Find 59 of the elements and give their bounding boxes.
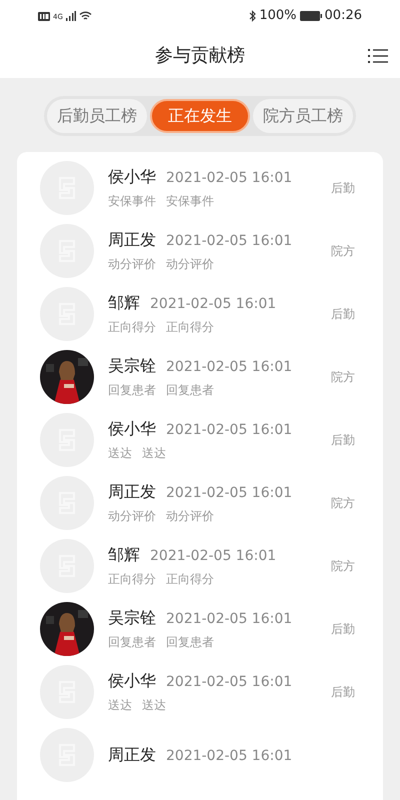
timestamp: 2021-02-05 16:01	[166, 358, 292, 377]
event-tag: 送达	[142, 444, 166, 462]
timestamp: 2021-02-05 16:01	[166, 232, 292, 251]
department-label: 院方	[331, 242, 355, 260]
department-label: 院方	[331, 494, 355, 512]
person-name: 周正发	[108, 481, 156, 503]
tab[interactable]: 正在发生	[150, 99, 250, 133]
event-tag: 回复患者	[166, 633, 214, 651]
timestamp: 2021-02-05 16:01	[150, 547, 276, 566]
event-tag: 正向得分	[166, 318, 214, 336]
event-tag: 安保事件	[108, 192, 156, 210]
event-tag: 动分评价	[166, 507, 214, 525]
event-tag: 回复患者	[108, 633, 156, 651]
timestamp: 2021-02-05 16:01	[166, 746, 292, 766]
person-name: 吴宗铨	[108, 607, 156, 629]
wifi-icon	[78, 11, 92, 21]
battery-icon	[300, 11, 322, 21]
signal-icon	[66, 11, 76, 21]
page-title: 参与贡献榜	[155, 44, 245, 68]
person-name: 侯小华	[108, 418, 156, 440]
timestamp: 2021-02-05 16:01	[166, 610, 292, 629]
department-label: 后勤	[331, 684, 355, 700]
timestamp: 2021-02-05 16:01	[166, 421, 292, 440]
department-label: 院方	[331, 558, 355, 574]
timestamp: 2021-02-05 16:01	[150, 295, 276, 314]
department-label: 后勤	[331, 620, 355, 638]
event-tag: 正向得分	[108, 570, 156, 588]
event-tag: 动分评价	[108, 255, 156, 273]
person-name: 邹辉	[108, 292, 140, 314]
person-name: 侯小华	[108, 166, 156, 188]
event-tag: 正向得分	[108, 318, 156, 336]
event-tag: 回复患者	[166, 381, 214, 399]
clock: 00:26	[324, 7, 362, 26]
person-name: 周正发	[108, 744, 156, 766]
event-tag: 动分评价	[108, 507, 156, 525]
timestamp: 2021-02-05 16:01	[166, 169, 292, 188]
timestamp: 2021-02-05 16:01	[166, 484, 292, 503]
battery-level: 100%	[259, 7, 297, 26]
tab[interactable]: 后勤员工榜	[47, 99, 147, 133]
department-label: 后勤	[331, 306, 355, 322]
event-tag: 正向得分	[166, 570, 214, 588]
hd-icon	[38, 12, 50, 20]
department-label: 院方	[331, 368, 355, 386]
event-tag: 安保事件	[166, 192, 214, 210]
event-tag: 动分评价	[166, 255, 214, 273]
person-name: 侯小华	[108, 670, 156, 692]
person-name: 周正发	[108, 229, 156, 251]
department-label: 后勤	[331, 432, 355, 448]
event-tag: 回复患者	[108, 381, 156, 399]
person-name: 吴宗铨	[108, 355, 156, 377]
event-tag: 送达	[142, 696, 166, 714]
person-name: 邹辉	[108, 544, 140, 566]
menu-icon[interactable]	[368, 48, 388, 64]
event-tag: 送达	[108, 444, 132, 462]
tab[interactable]: 院方员工榜	[253, 99, 353, 133]
timestamp: 2021-02-05 16:01	[166, 673, 292, 692]
event-tag: 送达	[108, 696, 132, 714]
bluetooth-icon	[249, 10, 256, 22]
department-label: 后勤	[331, 180, 355, 196]
